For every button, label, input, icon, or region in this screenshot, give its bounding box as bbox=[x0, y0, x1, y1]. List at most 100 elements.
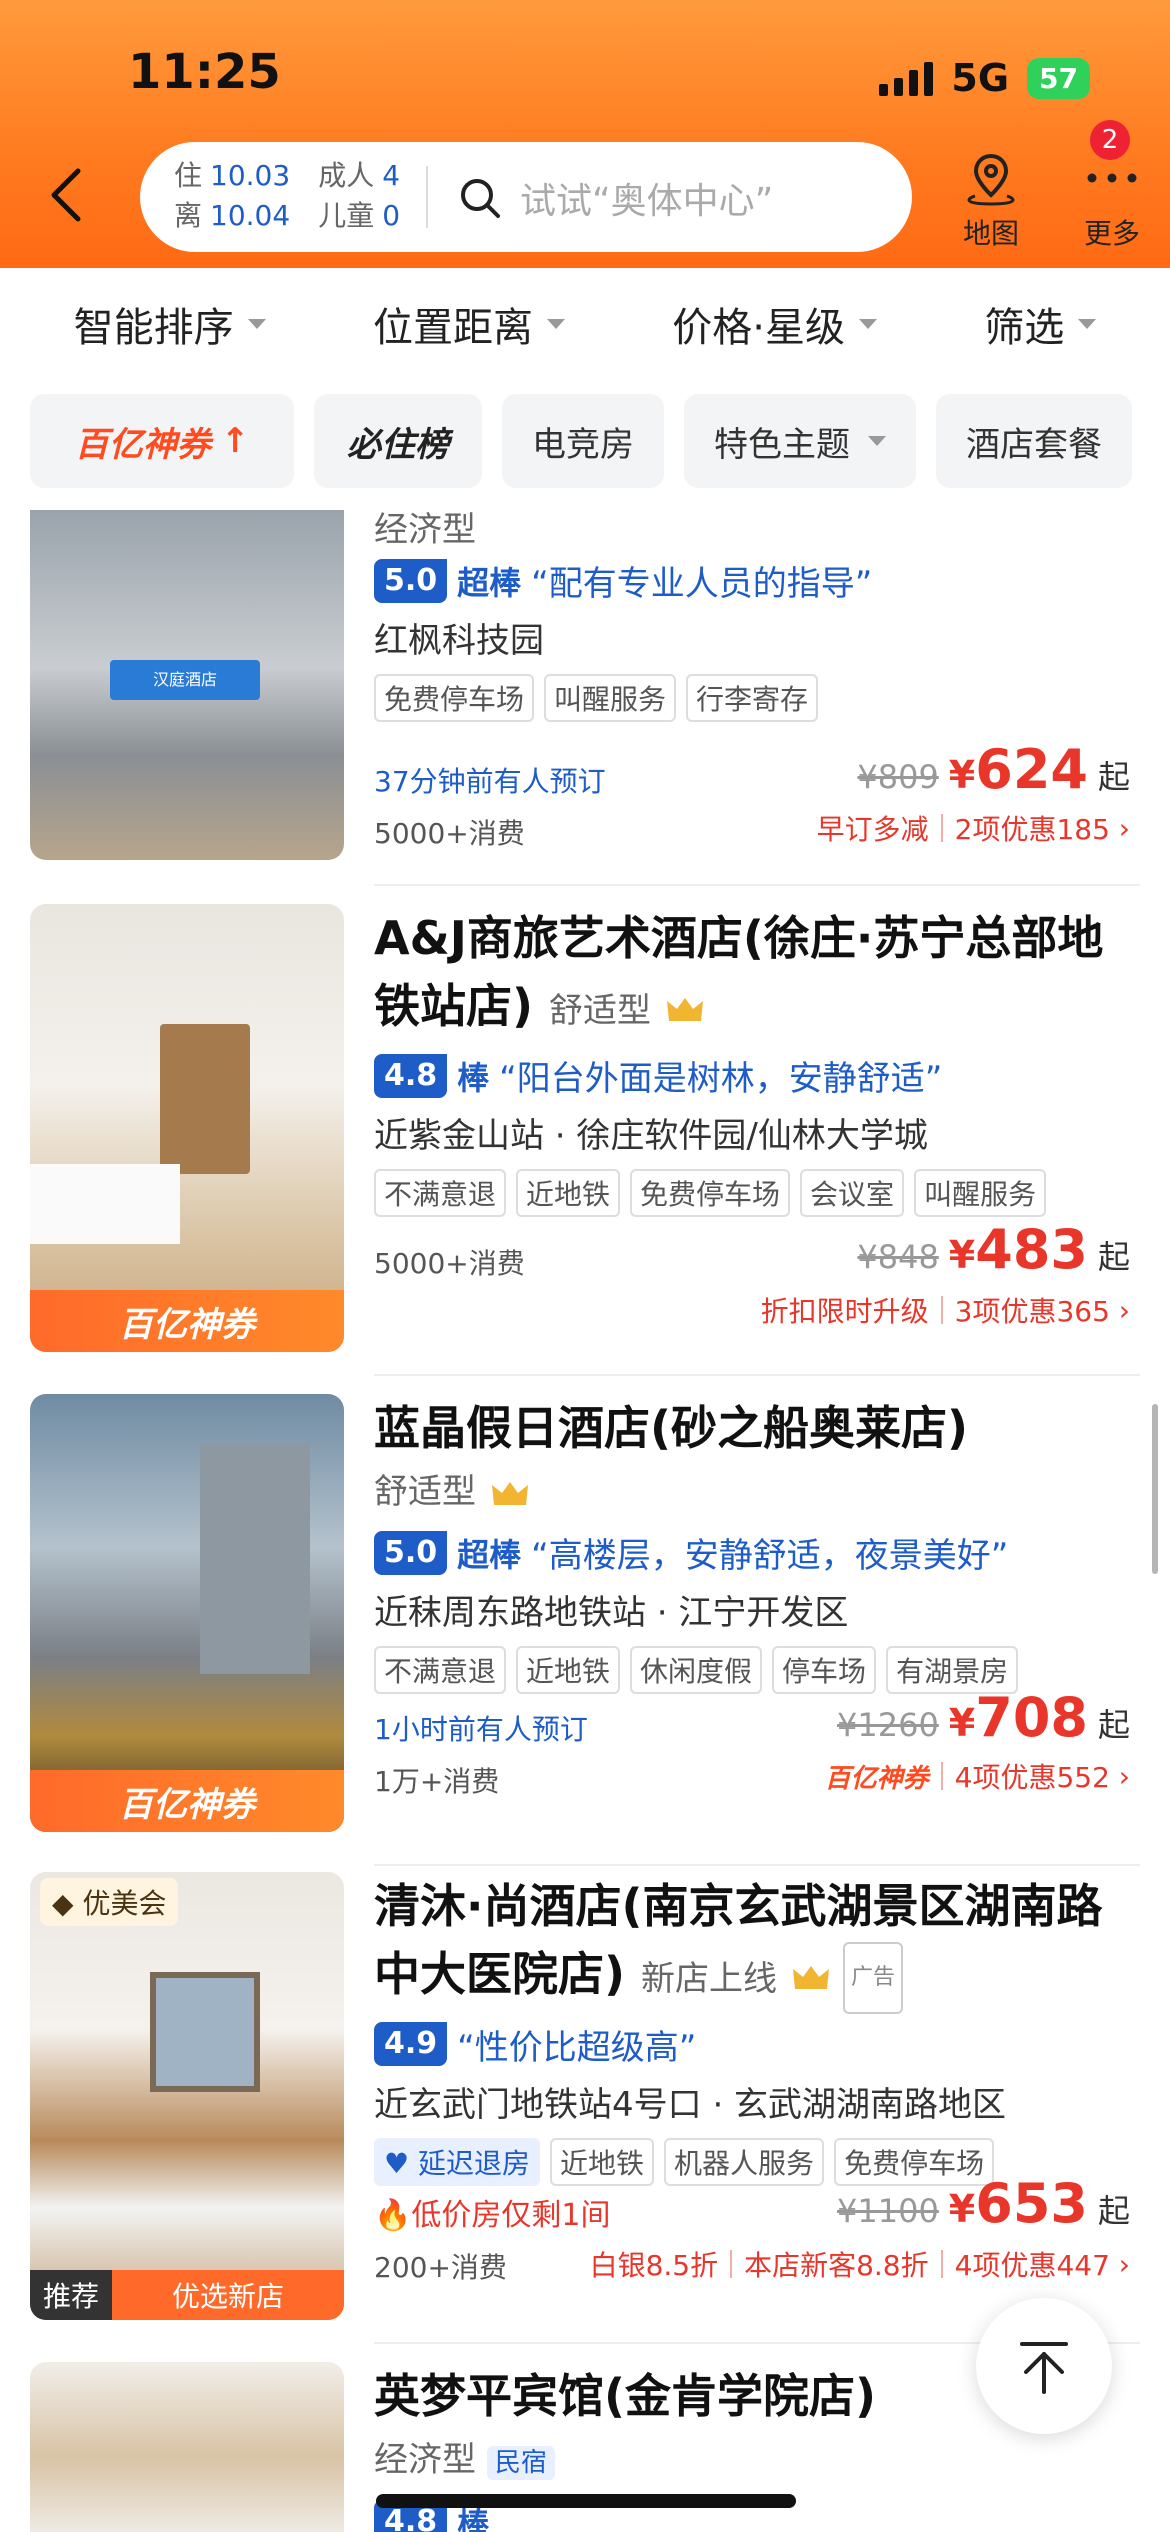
tag: ♥ 延迟退房 bbox=[374, 2137, 541, 2186]
price-row: ¥1260 ¥708 起 bbox=[837, 1686, 1130, 1749]
map-button[interactable]: 地图 bbox=[956, 150, 1026, 252]
ad-label: 广告 bbox=[843, 1941, 904, 2014]
arrow-up-icon: ↑ bbox=[220, 421, 250, 461]
tag: 免费停车场 bbox=[374, 674, 535, 722]
promo-tag: 白银8.5折 bbox=[589, 2249, 719, 2282]
search-bar[interactable]: 住 10.03 成人 4 离 10.04 儿童 0 试试“奥体中心” bbox=[140, 142, 912, 252]
sort-distance[interactable]: 位置距离 bbox=[373, 295, 565, 353]
hotel-card[interactable]: 百亿神券 A&J商旅艺术酒店(徐庄·苏宁总部地铁站店) 舒适型 4.8 棒 “阳… bbox=[0, 904, 1170, 1376]
more-button[interactable]: 2 更多 bbox=[1076, 120, 1148, 252]
hotel-sign: 汉庭酒店 bbox=[110, 660, 260, 700]
hotel-name: 蓝晶假日酒店(砂之船奥莱店) bbox=[374, 1401, 969, 1455]
review-quote: “配有专业人员的指导” bbox=[531, 564, 873, 604]
caret-down-icon bbox=[546, 319, 565, 329]
back-arrow-icon[interactable] bbox=[46, 165, 86, 225]
tag: 不满意退 bbox=[374, 1169, 507, 1217]
hotel-type: 新店上线 bbox=[641, 1959, 778, 1999]
promo-row[interactable]: 白银8.5折 本店新客8.8折 4项优惠447 › bbox=[590, 2244, 1130, 2284]
rating-row: 5.0 超棒 “配有专业人员的指导” bbox=[374, 556, 1140, 605]
rating-score: 4.8 bbox=[374, 1053, 448, 1098]
sales-count: 5000+消费 bbox=[374, 817, 525, 850]
promo-row[interactable]: 早订多减 2项优惠185 › bbox=[817, 808, 1130, 848]
tag: 近地铁 bbox=[550, 2137, 655, 2186]
hotel-location: 红枫科技园 bbox=[374, 621, 544, 661]
search-input[interactable]: 试试“奥体中心” bbox=[520, 172, 773, 224]
adults-label: 成人 bbox=[318, 159, 375, 192]
caret-down-icon bbox=[859, 319, 877, 329]
chip-package[interactable]: 酒店套餐 bbox=[936, 394, 1132, 488]
discount-summary: 3项优惠365 bbox=[954, 1295, 1110, 1328]
network-label: 5G bbox=[951, 56, 1010, 100]
promo-tag: 早订多减 bbox=[816, 813, 929, 846]
rating-level: 棒 bbox=[457, 1058, 490, 1097]
quick-filter-chips: 百亿神券 ↑ 必住榜 电竞房 特色主题 酒店套餐 bbox=[30, 394, 1170, 490]
tag-list: 不满意退 近地铁 免费停车场 会议室 叫醒服务 bbox=[374, 1169, 1140, 1217]
sort-filter[interactable]: 筛选 bbox=[984, 295, 1097, 353]
hotel-card[interactable]: ◆ 优美会 推荐 优选新店 清沐·尚酒店(南京玄武湖景区湖南路中大医院店) 新店… bbox=[0, 1872, 1170, 2352]
scrollbar[interactable] bbox=[1152, 1404, 1158, 1574]
price-from-label: 起 bbox=[1097, 1706, 1130, 1744]
back-to-top-button[interactable] bbox=[976, 2298, 1112, 2434]
tag: 叫醒服务 bbox=[914, 1169, 1047, 1217]
crown-icon bbox=[667, 997, 704, 1021]
current-price: ¥483 bbox=[948, 1218, 1088, 1281]
recommend-ribbon: 推荐 优选新店 bbox=[30, 2270, 344, 2320]
battery-icon: 57 bbox=[1027, 57, 1090, 99]
hotel-list: 汉庭酒店 经济型 5.0 超棒 “配有专业人员的指导” 红枫科技园 免费停车场 … bbox=[0, 510, 1170, 2532]
sort-price-star[interactable]: 价格·星级 bbox=[672, 295, 877, 353]
hotel-photo: 汉庭酒店 bbox=[30, 510, 344, 860]
rating-level: 超棒 bbox=[457, 1535, 522, 1574]
hotel-location: 近秣周东路地铁站 · 江宁开发区 bbox=[374, 1593, 849, 1633]
hotel-type: 经济型 bbox=[374, 510, 476, 550]
review-quote: “高楼层，安静舒适，夜景美好” bbox=[531, 1536, 1009, 1576]
rating-row: 4.9 “性价比超级高” bbox=[374, 2020, 1140, 2069]
hotel-type: 经济型 bbox=[374, 2440, 476, 2480]
chevron-right-icon: › bbox=[1109, 811, 1130, 845]
heart-check-icon: ♥ bbox=[384, 2146, 419, 2180]
rating-row: 4.8 棒 “阳台外面是树林，安静舒适” bbox=[374, 1051, 1140, 1100]
hotel-card[interactable]: 百亿神券 蓝晶假日酒店(砂之船奥莱店) 舒适型 5.0 超棒 “高楼层，安静舒适… bbox=[0, 1394, 1170, 1866]
chevron-right-icon: › bbox=[1109, 2247, 1130, 2281]
signal-icon bbox=[879, 60, 934, 96]
notification-badge: 2 bbox=[1090, 120, 1130, 160]
crown-icon bbox=[793, 1965, 830, 1989]
checkout-label: 离 bbox=[174, 199, 203, 232]
hotel-photo: 百亿神券 bbox=[30, 904, 344, 1352]
hotel-name: A&J商旅艺术酒店(徐庄·苏宁总部地铁站店) 舒适型 bbox=[374, 911, 1104, 1033]
flame-icon: 🔥 bbox=[374, 2198, 412, 2233]
diamond-icon: ◆ bbox=[52, 1887, 83, 1920]
tag: 叫醒服务 bbox=[544, 674, 677, 722]
hotel-photo: 百亿神券 bbox=[30, 1394, 344, 1832]
sales-count: 1万+消费 bbox=[374, 1765, 500, 1798]
date-guest-selector[interactable]: 住 10.03 成人 4 离 10.04 儿童 0 bbox=[174, 156, 400, 236]
price-from-label: 起 bbox=[1097, 1238, 1130, 1276]
chip-esports-room[interactable]: 电竞房 bbox=[502, 394, 664, 488]
checkin-label: 住 bbox=[174, 159, 203, 192]
chip-rank[interactable]: 必住榜 bbox=[314, 394, 482, 488]
chip-theme[interactable]: 特色主题 bbox=[684, 394, 916, 488]
sales-count: 5000+消费 bbox=[374, 1247, 525, 1280]
coupon-ribbon: 百亿神券 bbox=[30, 1770, 344, 1832]
current-price: ¥624 bbox=[948, 738, 1088, 801]
price-from-label: 起 bbox=[1097, 758, 1130, 796]
tag: 行李寄存 bbox=[686, 674, 819, 722]
scarcity-notice: 🔥低价房仅剩1间 bbox=[374, 2198, 611, 2233]
hotel-card[interactable]: 汉庭酒店 经济型 5.0 超棒 “配有专业人员的指导” 红枫科技园 免费停车场 … bbox=[0, 510, 1170, 886]
price-row: ¥848 ¥483 起 bbox=[857, 1218, 1130, 1281]
coupon-logo: 百亿神券 bbox=[824, 1763, 929, 1794]
promo-row[interactable]: 百亿神券 4项优惠552 › bbox=[825, 1756, 1130, 1796]
caret-down-icon bbox=[247, 319, 266, 329]
tag: 机器人服务 bbox=[664, 2137, 825, 2186]
hotel-location: 近玄武门地铁站4号口 · 玄武湖湖南路地区 bbox=[374, 2084, 1007, 2125]
hotel-photo bbox=[30, 2362, 344, 2532]
review-quote: “性价比超级高” bbox=[457, 2027, 697, 2068]
rating-score: 5.0 bbox=[374, 558, 448, 603]
chip-coupon[interactable]: 百亿神券 ↑ bbox=[30, 394, 294, 488]
sort-smart[interactable]: 智能排序 bbox=[74, 295, 266, 353]
hotel-type: 舒适型 bbox=[549, 991, 652, 1031]
arrow-to-top-icon bbox=[1020, 2342, 1068, 2394]
promo-row[interactable]: 折扣限时升级 3项优惠365 › bbox=[761, 1290, 1130, 1330]
home-indicator[interactable] bbox=[376, 2494, 796, 2508]
chevron-right-icon: › bbox=[1109, 1293, 1130, 1327]
children-label: 儿童 bbox=[318, 199, 375, 232]
